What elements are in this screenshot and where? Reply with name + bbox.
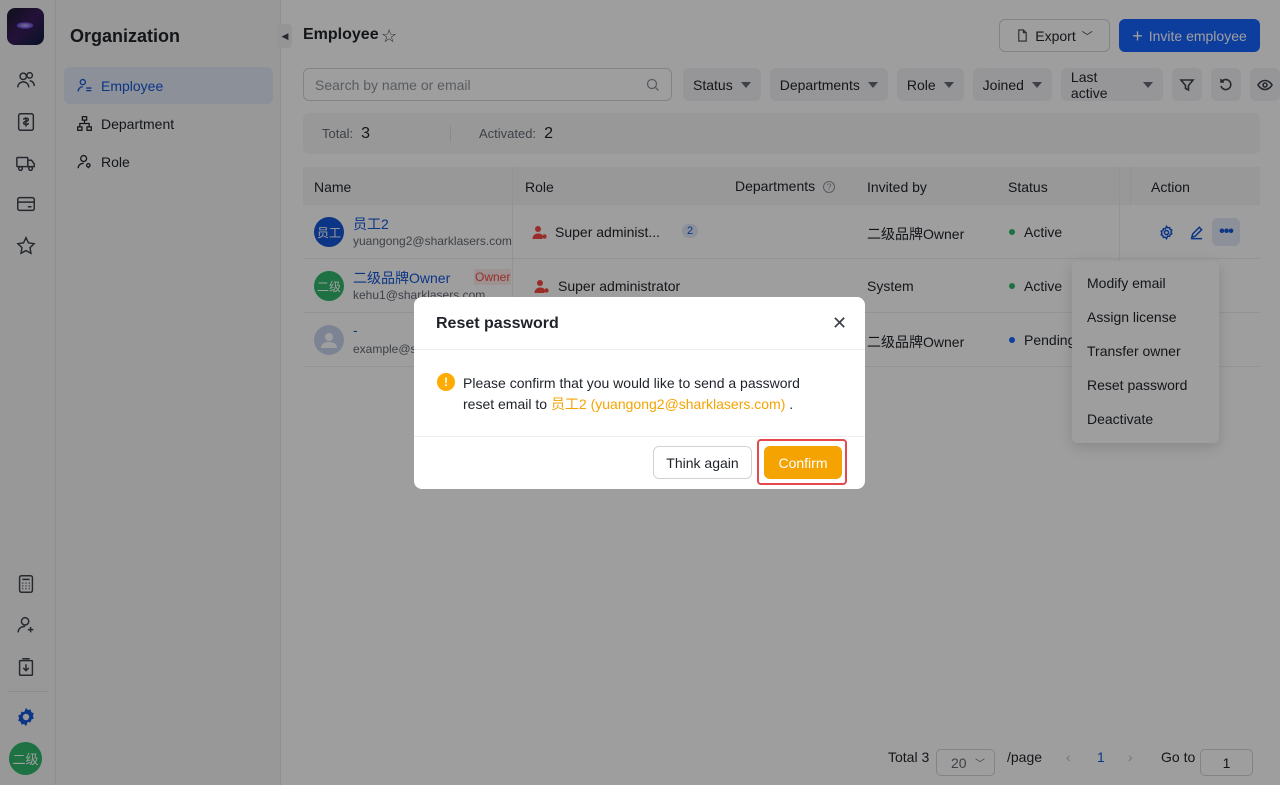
dialog-divider <box>414 349 865 350</box>
dialog-title: Reset password <box>436 315 559 332</box>
dialog-divider <box>414 436 865 437</box>
close-icon[interactable]: ✕ <box>832 313 847 334</box>
dialog-message: Please confirm that you would like to se… <box>463 373 833 415</box>
message-suffix: . <box>789 396 794 412</box>
think-again-button[interactable]: Think again <box>653 446 752 479</box>
message-highlight: 员工2 (yuangong2@sharklasers.com) <box>550 396 786 412</box>
confirm-button[interactable]: Confirm <box>764 446 842 479</box>
reset-password-dialog: Reset password ✕ ! Please confirm that y… <box>414 297 865 489</box>
warning-icon: ! <box>437 373 455 391</box>
